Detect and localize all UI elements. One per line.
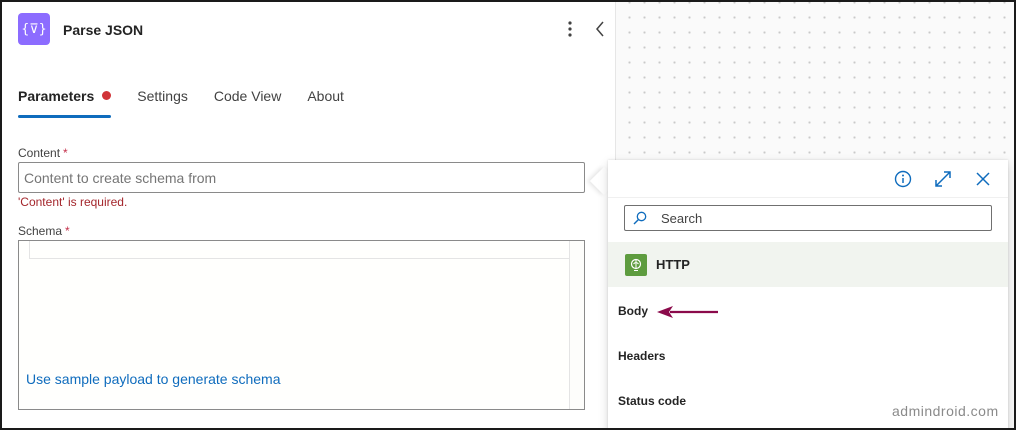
parse-json-icon: {⊽}: [18, 13, 50, 45]
tab-parameters-label: Parameters: [18, 88, 95, 104]
content-required-mark: *: [63, 146, 68, 160]
pointer-arrow-icon: [657, 306, 718, 318]
search-placeholder: Search: [661, 211, 703, 226]
search-icon: [633, 211, 647, 225]
schema-scrollbar[interactable]: [569, 241, 584, 409]
action-details-panel: {⊽} Parse JSON Parameters Settings Code …: [2, 2, 616, 428]
collapse-panel-icon[interactable]: [592, 18, 608, 40]
token-status-code[interactable]: Status code: [618, 394, 686, 408]
schema-editor-line[interactable]: [29, 241, 581, 259]
schema-required-mark: *: [65, 224, 70, 238]
globe-icon: [625, 254, 647, 276]
picker-divider: [608, 197, 1008, 198]
window: {⊽} Parse JSON Parameters Settings Code …: [0, 0, 1016, 430]
token-headers[interactable]: Headers: [618, 349, 665, 363]
generate-schema-link[interactable]: Use sample payload to generate schema: [26, 371, 280, 387]
more-options-icon[interactable]: [562, 18, 578, 40]
panel-header: {⊽} Parse JSON: [16, 12, 607, 48]
http-group-name: HTTP: [656, 257, 690, 272]
action-title[interactable]: Parse JSON: [63, 22, 143, 38]
expand-icon[interactable]: [934, 170, 952, 188]
content-label: Content *: [18, 146, 68, 160]
picker-search-input[interactable]: Search: [624, 205, 992, 231]
info-icon[interactable]: [894, 170, 912, 188]
schema-label-text: Schema: [18, 224, 63, 238]
tab-parameters[interactable]: Parameters: [18, 88, 112, 118]
dynamic-content-picker: Search HTTP Body Headers Status code: [608, 160, 1008, 428]
tab-settings[interactable]: Settings: [137, 88, 188, 118]
content-input[interactable]: [18, 162, 585, 193]
tab-bar: Parameters Settings Code View About: [18, 88, 370, 118]
token-body[interactable]: Body: [618, 304, 648, 318]
schema-label: Schema *: [18, 224, 70, 238]
http-group-header[interactable]: HTTP: [608, 242, 1008, 287]
error-dot-icon: [102, 91, 112, 100]
watermark: admindroid.com: [892, 403, 999, 419]
close-icon[interactable]: [974, 170, 992, 188]
content-label-text: Content: [18, 146, 61, 160]
tab-about[interactable]: About: [307, 88, 344, 118]
tab-code-view[interactable]: Code View: [214, 88, 281, 118]
content-error-message: 'Content' is required.: [18, 195, 128, 209]
